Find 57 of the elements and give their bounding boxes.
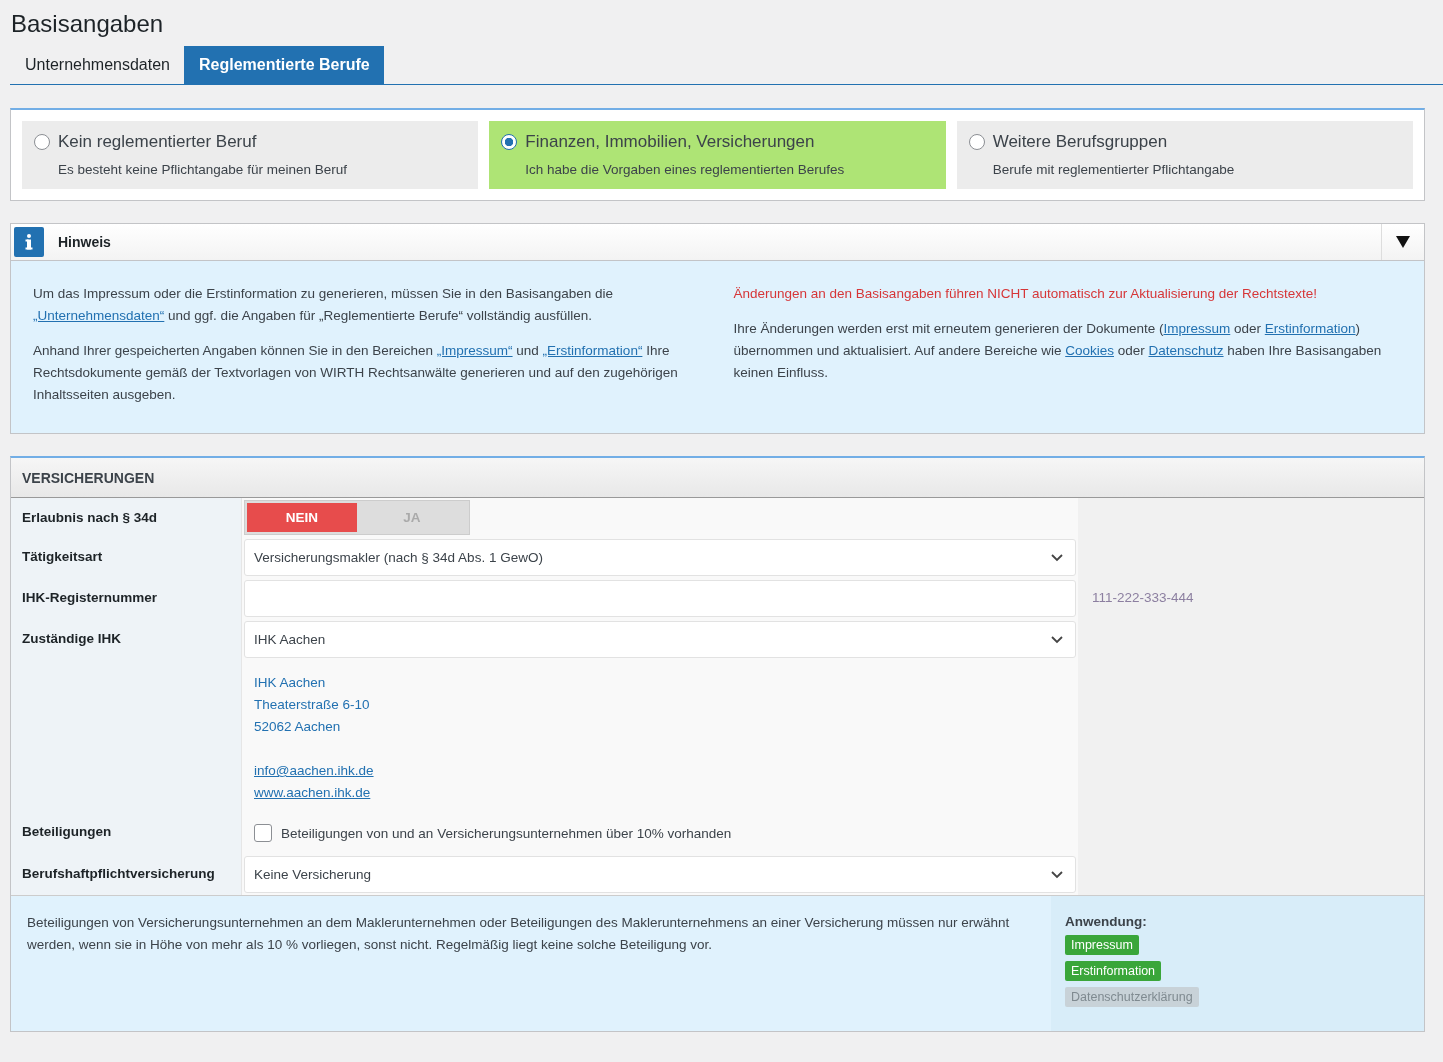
link[interactable]: www.aachen.ihk.de: [254, 785, 371, 800]
option-title: Finanzen, Immobilien, Versicherungen: [525, 132, 815, 152]
checkbox-label: Beteiligungen von und an Versicherungsunternehmen über 10% vorhanden: [281, 825, 732, 841]
option-description: Berufe mit reglementierter Pflichtangabe: [992, 162, 1236, 177]
option-description: Ich habe die Vorgaben eines reglementierten Berufes: [525, 162, 846, 177]
link[interactable]: Datenschutz: [1148, 343, 1224, 358]
warning-text: Änderungen an den Basisangaben führen NICHT automatisch zur Aktualisierung der Rechtstexte!: [733, 285, 1319, 303]
notice-paragraph: Um das Impressum oder die Erstinformation zu generieren, müssen Sie in den Basisangaben die „Unternehmensdaten“ und ggf. die Angaben für „Reglementierte Berufe“ vollständig ausfüllen.: [33, 285, 615, 325]
tab[interactable]: Unternehmensdaten: [10, 46, 184, 84]
radio-button[interactable]: [968, 134, 985, 150]
profession-option[interactable]: Finanzen, Immobilien, Versicherungen Ich habe die Vorgaben eines reglementierten Berufes: [489, 121, 946, 189]
page-title: Basisangaben: [11, 10, 165, 38]
link[interactable]: Impressum: [1163, 321, 1231, 336]
select-field[interactable]: Keine Versicherung: [244, 856, 1076, 893]
select-field[interactable]: IHK Aachen: [244, 621, 1076, 658]
option-title: Weitere Berufsgruppen: [992, 132, 1168, 152]
field-label: Zuständige IHK: [22, 631, 121, 646]
section-title: VERSICHERUNGEN: [22, 470, 155, 486]
field-label: Beteiligungen: [22, 824, 112, 839]
link[interactable]: Cookies: [1065, 343, 1114, 358]
chevron-down-icon: [1051, 635, 1063, 644]
notice-paragraph: Ihre Änderungen werden erst mit erneutem generieren der Dokumente (Impressum oder Erstinformation) übernommen und aktualisiert. Auf andere Bereiche wie Cookies oder Datenschutz haben Ihre Basisangaben keinen Einfluss.: [733, 320, 1383, 382]
chevron-down-icon: [1051, 553, 1063, 562]
field-label: Berufshaftpflichtversicherung: [22, 866, 215, 881]
link[interactable]: Erstinformation: [1264, 321, 1356, 336]
notice-paragraph: Anhand Ihrer gespeicherten Angaben können Sie in den Bereichen „Impressum“ und „Erstinformation“ Ihre Rechtsdokumente gemäß der Textvorlagen von WIRTH Rechtsanwälte generieren und auf den zugehörigen Inhaltsseiten ausgeben.: [33, 342, 679, 404]
field-label: IHK-Registernummer: [22, 590, 158, 605]
address-line: IHK Aachen: [254, 674, 327, 692]
field-label: Tätigkeitsart: [22, 549, 103, 564]
link[interactable]: info@aachen.ihk.de: [254, 763, 374, 778]
field-label: Erlaubnis nach § 34d: [22, 510, 158, 525]
collapse-caret-icon[interactable]: [1396, 236, 1410, 248]
profession-option[interactable]: Weitere Berufsgruppen Berufe mit reglementierter Pflichtangabe: [956, 121, 1413, 189]
profession-option[interactable]: Kein reglementierter Beruf Es besteht keine Pflichtangabe für meinen Beruf: [22, 121, 479, 189]
switch-option[interactable]: NEIN: [247, 503, 357, 532]
field-hint: 111-222-333-444: [1092, 590, 1194, 605]
radio-button[interactable]: [501, 134, 518, 150]
link[interactable]: „Impressum“: [436, 343, 513, 358]
usage-label: Anwendung:: [1065, 914, 1148, 929]
input-field[interactable]: [244, 580, 1076, 617]
info-icon: [14, 227, 44, 257]
tag: Erstinformation: [1065, 961, 1162, 981]
info-text: Beteiligungen von Versicherungsunternehmen an dem Maklerunternehmen oder Beteiligungen des Maklerunternehmens an einer Versicherung müssen nur erwähnt werden, wenn sie in Höhe von mehr als 10 % vorliegen, sonst nicht. Regelmäßig liegt keine solche Beteiligung vor.: [27, 914, 1011, 954]
option-title: Kein reglementierter Beruf: [58, 132, 257, 152]
checkbox[interactable]: [254, 824, 272, 842]
address-line: 52062 Aachen: [254, 718, 342, 736]
link[interactable]: „Erstinformation“: [542, 343, 643, 358]
tab[interactable]: Reglementierte Berufe: [184, 46, 384, 84]
chevron-down-icon: [1051, 870, 1063, 879]
select-field[interactable]: Versicherungsmakler (nach § 34d Abs. 1 GewO): [244, 539, 1076, 576]
option-description: Es besteht keine Pflichtangabe für meinen Beruf: [58, 162, 348, 177]
link[interactable]: „Unternehmensdaten“: [33, 308, 165, 323]
notice-title: Hinweis: [58, 234, 112, 250]
address-line: Theaterstraße 6-10: [254, 696, 371, 714]
tag: Impressum: [1065, 935, 1139, 955]
tag: Datenschutzerklärung: [1065, 987, 1199, 1007]
radio-button[interactable]: [34, 134, 50, 150]
